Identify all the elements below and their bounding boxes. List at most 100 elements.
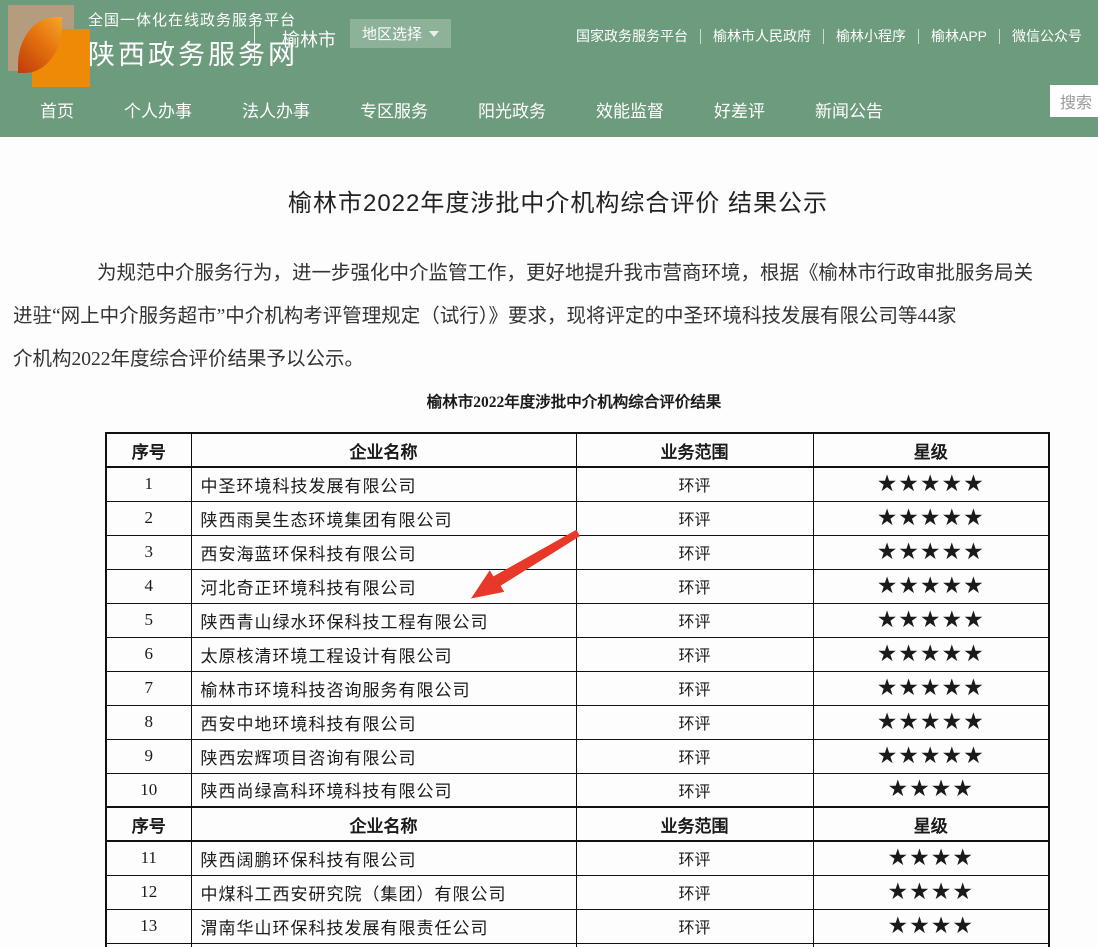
table-row: 7榆林市环境科技咨询服务有限公司环评★★★★★ [106,671,1049,705]
cell-empty [106,943,191,947]
table-header-row: 序号企业名称业务范围星级 [106,433,1049,467]
column-header: 序号 [106,433,191,467]
column-header: 业务范围 [576,433,813,467]
table-row: 8西安中地环境科技有限公司环评★★★★★ [106,705,1049,739]
table-row: 3西安海蓝环保科技有限公司环评★★★★★ [106,535,1049,569]
cell-index: 13 [106,909,191,943]
main-nav: 首页 个人办事 法人办事 专区服务 阳光政务 效能监督 好差评 新闻公告 [40,97,883,122]
current-city-label: 榆林市 [282,26,336,52]
page: 全国一体化在线政务服务平台 陕西政务服务网 榆林市 地区选择 国家政务服务平台榆… [0,0,1098,947]
link-separator [700,29,701,44]
table-row: 2陕西雨昊生态环境集团有限公司环评★★★★★ [106,501,1049,535]
link-separator [999,29,1000,44]
table-row: 5陕西青山绿水环保科技工程有限公司环评★★★★★ [106,603,1049,637]
header-link[interactable]: 榆林市人民政府 [713,24,811,48]
nav-item-法人办事[interactable]: 法人办事 [242,97,310,122]
cell-company-name: 西安海蓝环保科技有限公司 [191,535,576,569]
cell-business-scope: 环评 [576,637,813,671]
announcement-document: 榆林市2022年度涉批中介机构综合评价 结果公示 为规范中介服务行为，进一步强化… [0,137,1098,947]
table-row: 1中圣环境科技发展有限公司环评★★★★★ [106,467,1049,501]
cell-business-scope: 环评 [576,569,813,603]
column-header: 星级 [813,807,1049,841]
header-link[interactable]: 微信公众号 [1012,24,1082,48]
paragraph-line: 进驻“网上中介服务超市”中介机构考评管理规定（试行）》要求，现将评定的中圣环境科… [13,295,1098,338]
header-link[interactable]: 国家政务服务平台 [576,24,688,48]
cell-star-rating: ★★★★ [813,909,1049,943]
cell-company-name: 渭南华山环保科技发展有限责任公司 [191,909,576,943]
evaluation-results-table: 序号企业名称业务范围星级1中圣环境科技发展有限公司环评★★★★★2陕西雨昊生态环… [105,432,1050,947]
paragraph-line: 介机构2022年度综合评价结果予以公示。 [13,338,1098,381]
cell-index: 1 [106,467,191,501]
nav-item-专区服务[interactable]: 专区服务 [360,97,428,122]
platform-tagline: 全国一体化在线政务服务平台 [88,9,298,30]
nav-item-新闻公告[interactable]: 新闻公告 [815,97,883,122]
table-row: 11陕西阔鹏环保科技有限公司环评★★★★ [106,841,1049,875]
cell-star-rating: ★★★★ [813,841,1049,875]
cell-index: 4 [106,569,191,603]
cell-star-rating: ★★★★★ [813,569,1049,603]
cell-empty [576,943,813,947]
column-header: 星级 [813,433,1049,467]
paragraph-line: 为规范中介服务行为，进一步强化中介监管工作，更好地提升我市营商环境，根据《榆林市… [13,252,1098,295]
cell-business-scope: 环评 [576,535,813,569]
site-header: 全国一体化在线政务服务平台 陕西政务服务网 榆林市 地区选择 国家政务服务平台 榆… [0,0,1098,137]
header-link[interactable]: 榆林APP [931,24,987,48]
table-caption: 榆林市2022年度涉批中介机构综合评价结果 [0,390,1098,412]
cell-star-rating: ★★★★★ [813,671,1049,705]
table-row: 12中煤科工西安研究院（集团）有限公司环评★★★★ [106,875,1049,909]
cell-index: 8 [106,705,191,739]
nav-item-好差评[interactable]: 好差评 [714,97,765,122]
cell-empty [191,943,576,947]
cell-index: 5 [106,603,191,637]
cell-star-rating: ★★★★★ [813,705,1049,739]
cell-index: 12 [106,875,191,909]
nav-item-阳光政务[interactable]: 阳光政务 [478,97,546,122]
nav-item-效能监督[interactable]: 效能监督 [596,97,664,122]
cell-star-rating: ★★★★★ [813,467,1049,501]
cell-business-scope: 环评 [576,739,813,773]
cell-company-name: 榆林市环境科技咨询服务有限公司 [191,671,576,705]
site-name: 陕西政务服务网 [88,33,298,72]
header-link[interactable]: 榆林小程序 [836,24,906,48]
nav-item-个人办事[interactable]: 个人办事 [124,97,192,122]
table-row-partial [106,943,1049,947]
cell-company-name: 陕西尚绿高科环境科技有限公司 [191,773,576,807]
header-links: 国家政务服务平台榆林市人民政府榆林小程序榆林APP微信公众号注册 [576,24,1098,48]
cell-business-scope: 环评 [576,909,813,943]
cell-star-rating: ★★★★★ [813,739,1049,773]
cell-business-scope: 环评 [576,467,813,501]
column-header: 企业名称 [191,807,576,841]
page-title: 榆林市2022年度涉批中介机构综合评价 结果公示 [0,183,1098,218]
table-row: 6太原核清环境工程设计有限公司环评★★★★★ [106,637,1049,671]
region-select-button[interactable]: 地区选择 [350,19,451,48]
cell-index: 2 [106,501,191,535]
cell-star-rating: ★★★★ [813,875,1049,909]
link-separator [918,29,919,44]
brand-divider [254,17,255,62]
cell-business-scope: 环评 [576,841,813,875]
cell-company-name: 西安中地环境科技有限公司 [191,705,576,739]
cell-index: 9 [106,739,191,773]
search-input[interactable]: 搜索 [1050,85,1098,117]
cell-star-rating: ★★★★★ [813,535,1049,569]
cell-business-scope: 环评 [576,773,813,807]
cell-star-rating: ★★★★★ [813,501,1049,535]
region-select-label: 地区选择 [362,23,422,44]
brand-text: 全国一体化在线政务服务平台 陕西政务服务网 [88,9,298,72]
link-separator [823,29,824,44]
cell-index: 11 [106,841,191,875]
cell-index: 6 [106,637,191,671]
cell-company-name: 中煤科工西安研究院（集团）有限公司 [191,875,576,909]
cell-company-name: 陕西雨昊生态环境集团有限公司 [191,501,576,535]
cell-business-scope: 环评 [576,501,813,535]
cell-company-name: 河北奇正环境科技有限公司 [191,569,576,603]
chevron-down-icon [429,31,439,37]
table-row: 9陕西宏辉项目咨询有限公司环评★★★★★ [106,739,1049,773]
cell-star-rating: ★★★★★ [813,637,1049,671]
nav-item-首页[interactable]: 首页 [40,97,74,122]
site-logo-icon[interactable] [8,5,92,85]
cell-index: 10 [106,773,191,807]
table-row: 4河北奇正环境科技有限公司环评★★★★★ [106,569,1049,603]
column-header: 企业名称 [191,433,576,467]
column-header: 序号 [106,807,191,841]
